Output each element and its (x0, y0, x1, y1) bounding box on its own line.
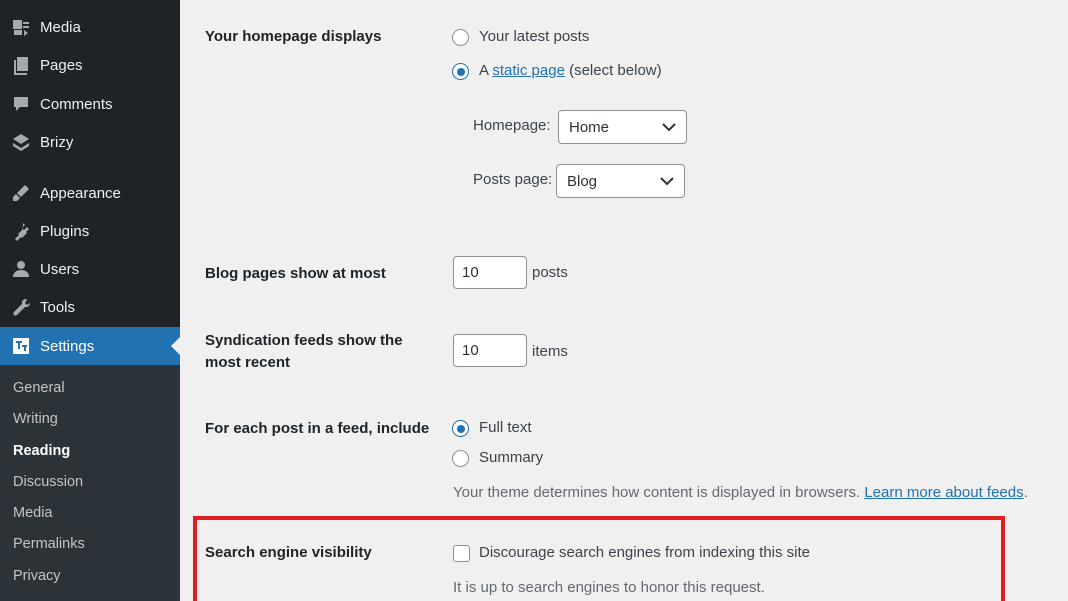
posts-suffix: posts (532, 264, 568, 281)
sidebar-item-label: Pages (40, 56, 83, 74)
sidebar-item-label: Tools (40, 298, 76, 316)
homepage-select-value: Home (569, 118, 610, 136)
static-page-label: A static page (select below) (479, 62, 662, 79)
posts-per-rss-input[interactable]: 10 (453, 334, 527, 367)
brizy-icon (10, 131, 32, 153)
posts-page-select[interactable]: Blog (556, 164, 685, 198)
items-suffix: items (532, 343, 568, 360)
summary-radio[interactable] (452, 450, 469, 467)
users-icon (10, 258, 32, 280)
static-page-link[interactable]: static page (492, 62, 565, 79)
highlight-box (193, 516, 1005, 601)
sidebar-item-label: Plugins (40, 222, 90, 240)
admin-sidebar: Media Pages Comments Brizy Appearance Pl… (0, 0, 180, 601)
homepage-select-label: Homepage: (473, 117, 551, 134)
sidebar-item-pages[interactable]: Pages (0, 46, 180, 84)
sidebar-item-appearance[interactable]: Appearance (0, 174, 180, 212)
blog-pages-label: Blog pages show at most (205, 265, 386, 282)
syndication-label-line2: most recent (205, 354, 291, 371)
learn-more-feeds-link[interactable]: Learn more about feeds (864, 484, 1023, 501)
sidebar-item-brizy[interactable]: Brizy (0, 123, 180, 161)
sidebar-item-tools[interactable]: Tools (0, 288, 180, 326)
sidebar-item-plugins[interactable]: Plugins (0, 212, 180, 250)
full-text-radio[interactable] (452, 420, 469, 437)
sidebar-item-label: Media (40, 18, 81, 36)
sidebar-item-settings[interactable]: Settings (0, 327, 180, 365)
feed-description: Your theme determines how content is dis… (453, 484, 1028, 501)
settings-submenu: General Writing Reading Discussion Media… (0, 365, 180, 601)
sidebar-item-comments[interactable]: Comments (0, 85, 180, 123)
full-text-label: Full text (479, 419, 532, 436)
latest-posts-label: Your latest posts (479, 28, 590, 45)
homepage-displays-label: Your homepage displays (205, 28, 382, 45)
sidebar-item-users[interactable]: Users (0, 250, 180, 288)
chevron-down-icon (662, 123, 676, 132)
posts-page-select-value: Blog (567, 172, 598, 190)
submenu-item-privacy[interactable]: Privacy (13, 568, 61, 584)
sidebar-item-label: Settings (40, 337, 95, 355)
submenu-item-media[interactable]: Media (13, 505, 53, 521)
sidebar-item-label: Brizy (40, 133, 74, 151)
syndication-label-line1: Syndication feeds show the (205, 332, 403, 349)
chevron-down-icon (660, 177, 674, 186)
submenu-item-discussion[interactable]: Discussion (13, 474, 83, 490)
posts-page-select-label: Posts page: (473, 171, 553, 188)
sidebar-item-label: Appearance (40, 184, 121, 202)
submenu-item-reading[interactable]: Reading (13, 443, 70, 459)
sidebar-item-media[interactable]: Media (0, 8, 180, 46)
sidebar-item-label: Users (40, 260, 80, 278)
static-page-radio[interactable] (452, 63, 469, 80)
appearance-icon (10, 182, 32, 204)
sidebar-item-label: Comments (40, 95, 113, 113)
submenu-item-writing[interactable]: Writing (13, 411, 58, 427)
submenu-item-permalinks[interactable]: Permalinks (13, 536, 85, 552)
tools-icon (10, 296, 32, 318)
posts-per-page-input[interactable]: 10 (453, 256, 527, 289)
settings-icon (10, 335, 32, 357)
plugins-icon (10, 220, 32, 242)
submenu-item-general[interactable]: General (13, 380, 65, 396)
summary-label: Summary (479, 449, 544, 466)
reading-settings-form: Your homepage displays Your latest posts… (180, 0, 1068, 601)
comments-icon (10, 93, 32, 115)
homepage-select[interactable]: Home (558, 110, 687, 144)
feed-include-label: For each post in a feed, include (205, 420, 430, 437)
media-icon (10, 16, 32, 38)
latest-posts-radio[interactable] (452, 29, 469, 46)
pages-icon (10, 54, 32, 76)
